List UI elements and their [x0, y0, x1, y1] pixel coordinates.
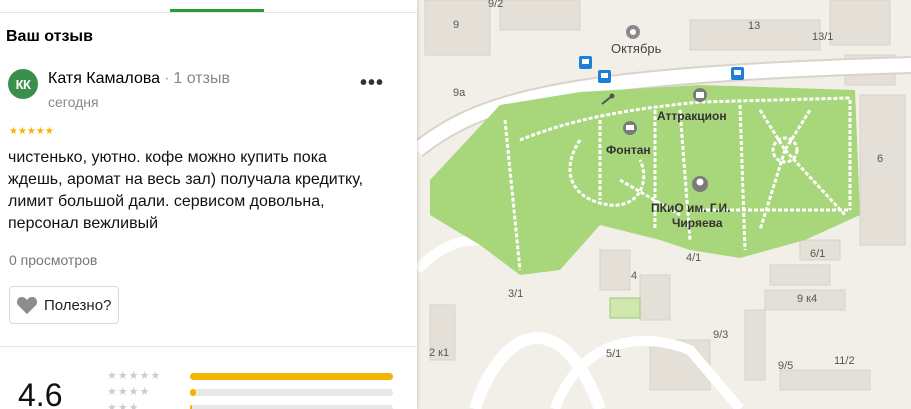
map-label: 9 к4	[797, 293, 817, 305]
map-label: 13	[748, 20, 760, 32]
rating-bar	[190, 389, 393, 396]
rating-row-3: ★★★	[107, 401, 397, 409]
map-bus-stop-icon[interactable]	[598, 70, 611, 83]
map-green-plot	[609, 297, 641, 319]
map-fountain-icon[interactable]	[623, 121, 637, 135]
rating-row-stars: ★★★	[107, 402, 140, 409]
rating-bar-fill	[190, 373, 393, 380]
review-stars: ★★★★★	[9, 126, 54, 137]
map-label: 9/2	[488, 0, 503, 10]
map-label-oktyabr: Октябрь	[611, 41, 662, 56]
map-label: 11/2	[834, 355, 855, 367]
more-options-button[interactable]: •••	[360, 72, 384, 95]
map-label: 4/1	[686, 252, 701, 264]
map-label: 9а	[453, 87, 466, 99]
rating-row-5: ★★★★★	[107, 369, 397, 383]
rating-bar	[190, 373, 393, 380]
rating-bar-fill	[190, 405, 193, 409]
review-author-line: Катя Камалова · 1 отзыв	[48, 70, 230, 88]
review-date: сегодня	[48, 94, 99, 110]
section-divider	[0, 346, 417, 347]
map-label: 6/1	[810, 248, 825, 260]
map-bus-stop-icon[interactable]	[579, 56, 592, 69]
map-label: 3/1	[508, 288, 523, 300]
useful-button[interactable]: Полезно?	[9, 286, 120, 324]
map-bus-stop-icon[interactable]	[731, 67, 744, 80]
map-label-park: Чиряева	[672, 216, 723, 230]
review-text: чистенько, уютно. кофе можно купить пока…	[8, 149, 364, 232]
rating-row-stars: ★★★★★	[107, 370, 162, 382]
map-park-icon[interactable]	[692, 176, 708, 192]
overall-rating: 4.6	[18, 377, 63, 409]
map-label: 2 к1	[429, 347, 449, 359]
tab-divider	[0, 12, 417, 13]
author-separator: ·	[164, 70, 170, 87]
avatar[interactable]: КК	[8, 69, 38, 99]
heart-icon	[16, 296, 38, 315]
rating-row-4: ★★★★	[107, 385, 397, 399]
review-views: 0 просмотров	[9, 252, 98, 268]
rating-bar-fill	[190, 389, 197, 396]
map-label-park: ПКиО им. Г.И.	[651, 201, 731, 215]
section-title: Ваш отзыв	[6, 28, 93, 45]
useful-label: Полезно?	[44, 296, 112, 314]
map-label: 6	[877, 153, 883, 165]
author-review-count[interactable]: 1 отзыв	[173, 70, 230, 87]
rating-row-stars: ★★★★	[107, 386, 151, 398]
map-label: 9	[453, 19, 459, 31]
map-attraction-icon[interactable]	[693, 88, 707, 102]
review-panel: Ваш отзыв КК Катя Камалова · 1 отзыв сегод…	[0, 0, 417, 409]
map-label-fountain: Фонтан	[606, 143, 651, 157]
map-label: 9/3	[713, 329, 728, 341]
map-label: 5/1	[606, 348, 621, 360]
map-label: 13/1	[812, 31, 833, 43]
rating-bar	[190, 405, 393, 409]
map-label: 4	[631, 270, 637, 282]
map-cinema-icon[interactable]	[626, 25, 640, 39]
author-name[interactable]: Катя Камалова	[48, 70, 160, 87]
map-label: 9/5	[778, 360, 793, 372]
map-label-attraction: Аттракцион	[657, 109, 727, 123]
